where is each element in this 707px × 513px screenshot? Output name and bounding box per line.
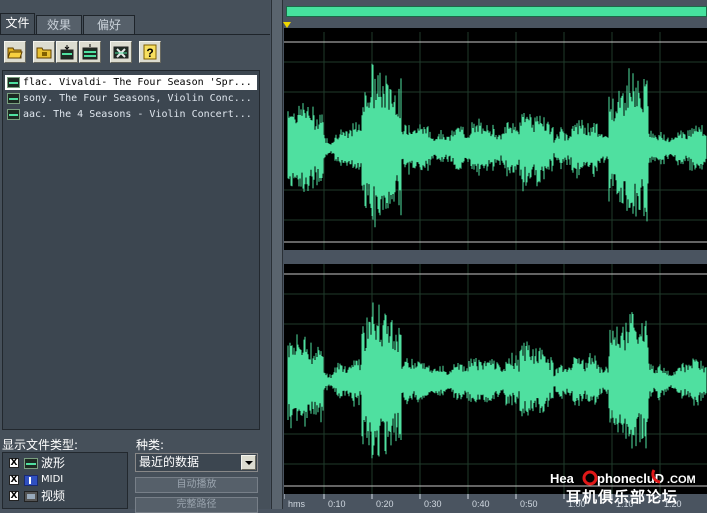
help-button[interactable]: ?	[139, 41, 161, 63]
channel-separator	[284, 250, 707, 264]
midi-checkbox[interactable]: X	[9, 475, 19, 485]
time-label: 0:10	[328, 499, 346, 509]
video-type-label: 视频	[41, 489, 66, 503]
insert-multitrack-icon	[82, 44, 98, 60]
file-types-box: X 波形 X MIDI X 视频	[2, 452, 128, 509]
folder-closed-icon	[36, 47, 52, 59]
waveform-icon	[24, 458, 38, 469]
list-item[interactable]: aac. The 4 Seasons - Violin Concert...	[5, 107, 257, 122]
kind-label: 种类:	[136, 438, 165, 452]
waveform-display[interactable]: hms 0:10 0:20 0:30 0:40 0:50 1:00 1:10 1:20	[284, 28, 707, 509]
file-name: sony. The Four Seasons, Violin Conc...	[23, 93, 252, 104]
waveform-file-icon	[7, 108, 20, 120]
time-label: 0:20	[376, 499, 394, 509]
tab-favorites[interactable]: 偏好	[83, 15, 135, 35]
folder-open-icon	[7, 47, 23, 59]
video-icon	[24, 491, 38, 502]
kind-dropdown[interactable]: 最近的数据	[135, 453, 258, 472]
svg-text:?: ?	[146, 46, 153, 60]
tab-effects[interactable]: 效果	[36, 15, 82, 35]
file-name: flac. Vivaldi- The Four Season 'Spr...	[23, 77, 252, 88]
midi-type-label: MIDI	[41, 474, 64, 485]
time-label: 0:30	[424, 499, 442, 509]
full-path-button[interactable]: 完整路径	[135, 497, 258, 513]
close-file-icon	[113, 46, 129, 59]
open-append-button[interactable]	[33, 41, 55, 63]
chevron-down-icon[interactable]	[241, 455, 256, 470]
organizer-panel: 文件 效果 偏好 ? flac. Vivaldi- The Four Seaso…	[0, 0, 270, 513]
tab-divider	[0, 34, 270, 35]
list-item[interactable]: flac. Vivaldi- The Four Season 'Spr...	[5, 75, 257, 90]
video-checkbox[interactable]: X	[9, 491, 19, 501]
overview-range-bar[interactable]	[286, 6, 707, 17]
panel-splitter[interactable]	[271, 0, 283, 509]
tab-files[interactable]: 文件	[0, 13, 35, 35]
kind-dropdown-value: 最近的数据	[139, 455, 200, 469]
insert-icon	[60, 45, 74, 60]
waveform-checkbox[interactable]: X	[9, 458, 19, 468]
time-label: hms	[288, 499, 306, 509]
midi-icon	[24, 475, 38, 486]
time-label: 0:40	[472, 499, 490, 509]
file-name: aac. The 4 Seasons - Violin Concert...	[23, 109, 252, 120]
insert-multitrack-button[interactable]	[79, 41, 101, 63]
open-file-button[interactable]	[4, 41, 26, 63]
svg-text:Hea: Hea	[550, 471, 575, 486]
svg-text:.COM: .COM	[667, 474, 696, 486]
headphoneclub-watermark-logo: Hea phonecluD .COM 耳机俱乐部论坛	[550, 469, 696, 506]
waveform-file-icon	[7, 92, 20, 104]
close-file-button[interactable]	[110, 41, 132, 63]
time-label: 0:50	[520, 499, 538, 509]
waveform-type-label: 波形	[41, 456, 66, 470]
file-list[interactable]: flac. Vivaldi- The Four Season 'Spr... s…	[2, 70, 260, 430]
insert-button[interactable]	[56, 41, 78, 63]
list-item[interactable]: sony. The Four Seasons, Violin Conc...	[5, 91, 257, 106]
waveform-file-icon	[7, 76, 20, 88]
show-file-types-label: 显示文件类型:	[2, 438, 79, 452]
svg-text:耳机俱乐部论坛: 耳机俱乐部论坛	[566, 488, 678, 506]
help-icon: ?	[143, 44, 157, 60]
autoplay-button[interactable]: 自动播放	[135, 477, 258, 493]
